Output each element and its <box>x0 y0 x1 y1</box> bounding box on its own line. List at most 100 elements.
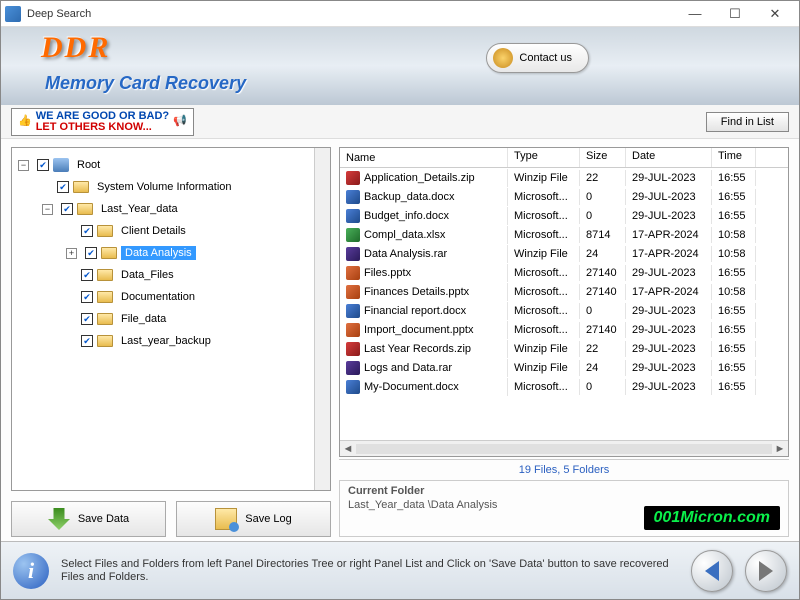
close-button[interactable]: ✕ <box>755 6 795 22</box>
file-row[interactable]: Import_document.pptxMicrosoft...2714029-… <box>340 320 788 339</box>
file-type: Microsoft... <box>508 227 580 243</box>
file-row[interactable]: Files.pptxMicrosoft...2714029-JUL-202316… <box>340 263 788 282</box>
folder-icon <box>97 313 113 325</box>
checkbox[interactable]: ✔ <box>81 225 93 237</box>
expander-icon[interactable]: − <box>18 160 29 171</box>
checkbox[interactable]: ✔ <box>81 313 93 325</box>
current-folder-label: Current Folder <box>348 485 780 497</box>
save-log-button[interactable]: Save Log <box>176 501 331 537</box>
checkbox[interactable]: ✔ <box>81 269 93 281</box>
file-date: 29-JUL-2023 <box>626 189 712 205</box>
tree-item-label: File_data <box>117 312 170 326</box>
tree-item-label: Data_Files <box>117 268 178 282</box>
tree-item[interactable]: ✔Last_year_backup <box>16 330 326 352</box>
file-name: Last Year Records.zip <box>364 343 471 355</box>
file-row[interactable]: Backup_data.docxMicrosoft...029-JUL-2023… <box>340 187 788 206</box>
expander-icon[interactable]: + <box>66 248 77 259</box>
file-type-icon <box>346 190 360 204</box>
tree-item[interactable]: +✔Data Analysis <box>16 242 326 264</box>
scroll-left-icon[interactable]: ◄ <box>340 443 356 455</box>
checkbox[interactable]: ✔ <box>81 291 93 303</box>
file-row[interactable]: My-Document.docxMicrosoft...029-JUL-2023… <box>340 377 788 396</box>
file-time: 16:55 <box>712 341 756 357</box>
titlebar: Deep Search — ☐ ✕ <box>1 1 799 27</box>
folder-icon <box>97 335 113 347</box>
logo-subtitle: Memory Card Recovery <box>45 73 246 94</box>
file-name: Finances Details.pptx <box>364 286 469 298</box>
window-title: Deep Search <box>27 8 675 20</box>
file-type: Microsoft... <box>508 322 580 338</box>
find-in-list-button[interactable]: Find in List <box>706 112 789 132</box>
tree-item[interactable]: ✔ File_data <box>16 308 326 330</box>
app-window: Deep Search — ☐ ✕ DDR Memory Card Recove… <box>0 0 800 600</box>
tree-item-label: System Volume Information <box>93 180 236 194</box>
file-type-icon <box>346 304 360 318</box>
tree-item[interactable]: −✔Last_Year_data <box>16 198 326 220</box>
col-date[interactable]: Date <box>626 148 712 167</box>
contact-us-button[interactable]: Contact us <box>486 43 589 73</box>
file-type-icon <box>346 361 360 375</box>
file-name: Backup_data.docx <box>364 191 455 203</box>
watermark: 001Micron.com <box>644 506 780 530</box>
minimize-button[interactable]: — <box>675 6 715 21</box>
file-type: Microsoft... <box>508 284 580 300</box>
file-row[interactable]: Data Analysis.rarWinzip File2417-APR-202… <box>340 244 788 263</box>
file-time: 16:55 <box>712 265 756 281</box>
file-row[interactable]: Application_Details.zipWinzip File2229-J… <box>340 168 788 187</box>
col-type[interactable]: Type <box>508 148 580 167</box>
footer: i Select Files and Folders from left Pan… <box>1 541 799 599</box>
forward-button[interactable] <box>745 550 787 592</box>
file-row[interactable]: Compl_data.xlsxMicrosoft...871417-APR-20… <box>340 225 788 244</box>
scroll-track[interactable] <box>356 444 772 454</box>
tree-item[interactable]: ✔ System Volume Information <box>16 176 326 198</box>
file-date: 29-JUL-2023 <box>626 360 712 376</box>
file-size: 0 <box>580 208 626 224</box>
file-row[interactable]: Budget_info.docxMicrosoft...029-JUL-2023… <box>340 206 788 225</box>
scroll-right-icon[interactable]: ► <box>772 443 788 455</box>
file-row[interactable]: Financial report.docxMicrosoft...029-JUL… <box>340 301 788 320</box>
file-size: 27140 <box>580 265 626 281</box>
file-size: 0 <box>580 189 626 205</box>
file-type: Winzip File <box>508 341 580 357</box>
file-time: 16:55 <box>712 189 756 205</box>
tree-item[interactable]: ✔ Client Details <box>16 220 326 242</box>
file-name: Data Analysis.rar <box>364 248 447 260</box>
file-type-icon <box>346 285 360 299</box>
file-size: 22 <box>580 341 626 357</box>
horizontal-scrollbar[interactable]: ◄ ► <box>340 440 788 456</box>
tree-panel[interactable]: − ✔ Root ✔System Volume Information−✔Las… <box>11 147 331 491</box>
file-type: Microsoft... <box>508 379 580 395</box>
checkbox[interactable]: ✔ <box>61 203 73 215</box>
checkbox[interactable]: ✔ <box>81 335 93 347</box>
file-row[interactable]: Finances Details.pptxMicrosoft...2714017… <box>340 282 788 301</box>
col-time[interactable]: Time <box>712 148 756 167</box>
col-size[interactable]: Size <box>580 148 626 167</box>
tree-item-label: Client Details <box>117 224 190 238</box>
file-row[interactable]: Logs and Data.rarWinzip File2429-JUL-202… <box>340 358 788 377</box>
save-data-button[interactable]: Save Data <box>11 501 166 537</box>
file-size: 0 <box>580 379 626 395</box>
file-name: Financial report.docx <box>364 305 466 317</box>
file-type-icon <box>346 228 360 242</box>
file-summary: 19 Files, 5 Folders <box>339 459 789 481</box>
back-arrow-icon <box>705 561 719 581</box>
tree-item[interactable]: ✔ Data_Files <box>16 264 326 286</box>
contact-icon <box>493 48 513 68</box>
tree-root-node[interactable]: − ✔ Root <box>16 154 326 176</box>
col-name[interactable]: Name <box>340 148 508 167</box>
checkbox[interactable]: ✔ <box>85 247 97 259</box>
file-row[interactable]: Last Year Records.zipWinzip File2229-JUL… <box>340 339 788 358</box>
checkbox[interactable]: ✔ <box>37 159 49 171</box>
maximize-button[interactable]: ☐ <box>715 6 755 22</box>
file-time: 10:58 <box>712 227 756 243</box>
back-button[interactable] <box>691 550 733 592</box>
file-time: 10:58 <box>712 246 756 262</box>
file-time: 16:55 <box>712 208 756 224</box>
file-time: 16:55 <box>712 379 756 395</box>
expander-icon[interactable]: − <box>42 204 53 215</box>
checkbox[interactable]: ✔ <box>57 181 69 193</box>
save-data-icon <box>48 508 70 530</box>
tree-item[interactable]: ✔Documentation <box>16 286 326 308</box>
file-list-body[interactable]: Application_Details.zipWinzip File2229-J… <box>340 168 788 440</box>
review-badge[interactable]: 👍 WE ARE GOOD OR BAD? LET OTHERS KNOW...… <box>11 108 194 136</box>
